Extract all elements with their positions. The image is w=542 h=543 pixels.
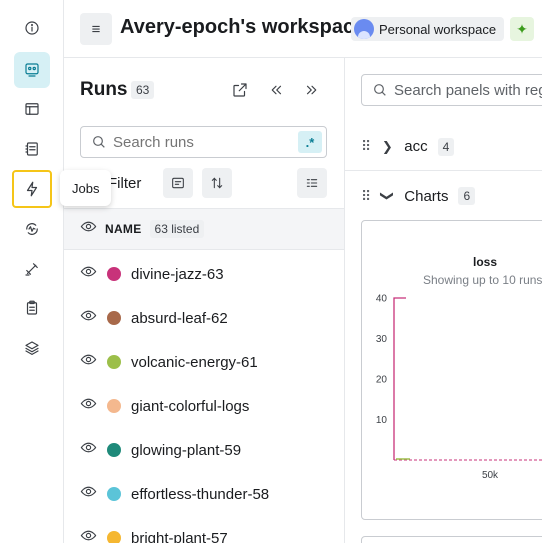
panels-search-box[interactable]: Search panels with regex bbox=[361, 74, 542, 106]
drag-handle-icon[interactable]: ⠿ bbox=[361, 188, 371, 205]
regex-toggle[interactable]: .* bbox=[298, 131, 322, 153]
runs-list: divine-jazz-63 absurd-leaf-62 volcanic-ene… bbox=[64, 252, 344, 543]
run-name[interactable]: glowing-plant-59 bbox=[131, 442, 241, 459]
runs-search-box[interactable]: .* bbox=[80, 126, 327, 158]
eye-icon[interactable] bbox=[80, 395, 97, 417]
app-root: Jobs ≡ Avery-epoch's workspace Personal … bbox=[0, 0, 542, 543]
runs-title: Runs bbox=[80, 79, 128, 100]
x-tick-label: 50k bbox=[482, 470, 499, 481]
loss-chart-panel[interactable]: loss Showing up to 10 runs 10 20 30 40 50k bbox=[361, 220, 542, 520]
expand-right-icon[interactable] bbox=[300, 78, 324, 102]
run-name[interactable]: bright-plant-57 bbox=[131, 530, 228, 543]
eye-icon[interactable] bbox=[80, 263, 97, 285]
runs-panel: Runs 63 .* Filter NAME 63 listed bbox=[64, 58, 345, 543]
eye-icon[interactable] bbox=[80, 483, 97, 505]
section-label: Charts bbox=[404, 187, 449, 205]
jobs-icon[interactable] bbox=[12, 170, 52, 208]
run-color-swatch[interactable] bbox=[107, 267, 121, 281]
name-column-header: NAME 63 listed bbox=[64, 208, 344, 250]
workspace-type-badge[interactable]: Personal workspace bbox=[351, 17, 505, 41]
sparkle-icon[interactable]: ✦ bbox=[510, 17, 534, 41]
avatar-icon bbox=[354, 19, 374, 39]
panels-search-placeholder[interactable]: Search panels with regex bbox=[394, 82, 542, 99]
layers-icon[interactable] bbox=[14, 330, 50, 366]
run-row[interactable]: absurd-leaf-62 bbox=[64, 296, 344, 340]
run-color-swatch[interactable] bbox=[107, 311, 121, 325]
next-chart-panel[interactable] bbox=[361, 536, 542, 543]
hamburger-icon: ≡ bbox=[91, 20, 101, 38]
run-color-swatch[interactable] bbox=[107, 355, 121, 369]
eye-icon[interactable] bbox=[80, 527, 97, 543]
section-count-badge: 4 bbox=[437, 137, 455, 156]
artifacts-icon[interactable] bbox=[14, 251, 50, 287]
reports-icon[interactable] bbox=[14, 131, 50, 167]
run-name[interactable]: divine-jazz-63 bbox=[131, 266, 224, 283]
run-name[interactable]: absurd-leaf-62 bbox=[131, 310, 228, 327]
workspace-title: Avery-epoch's workspace bbox=[120, 16, 366, 38]
search-icon bbox=[93, 136, 105, 148]
run-row[interactable]: bright-plant-57 bbox=[64, 516, 344, 543]
loss-chart: 10 20 30 40 50k bbox=[376, 294, 542, 481]
eye-icon[interactable] bbox=[80, 351, 97, 373]
listed-count-badge: 63 listed bbox=[149, 220, 205, 238]
run-row[interactable]: giant-colorful-logs bbox=[64, 384, 344, 428]
icon-rail bbox=[0, 0, 64, 543]
y-tick-label: 10 bbox=[376, 415, 388, 426]
workspace-type-label: Personal workspace bbox=[379, 21, 497, 37]
sort-button[interactable] bbox=[202, 168, 232, 198]
section-acc[interactable]: ⠿ ❯ acc 4 bbox=[345, 123, 542, 171]
run-name[interactable]: effortless-thunder-58 bbox=[131, 486, 269, 503]
sort-icon bbox=[211, 177, 223, 189]
chevron-right-icon[interactable]: ❯ bbox=[380, 139, 394, 155]
workspace-header: ≡ Avery-epoch's workspace Personal works… bbox=[64, 0, 542, 58]
eye-icon[interactable] bbox=[80, 218, 97, 240]
run-color-swatch[interactable] bbox=[107, 399, 121, 413]
y-tick-label: 40 bbox=[376, 294, 388, 305]
runs-search-input[interactable] bbox=[113, 133, 283, 151]
menu-button[interactable]: ≡ bbox=[80, 13, 112, 45]
run-color-swatch[interactable] bbox=[107, 531, 121, 543]
run-row[interactable]: volcanic-energy-61 bbox=[64, 340, 344, 384]
export-icon[interactable] bbox=[228, 78, 252, 102]
run-name[interactable]: giant-colorful-logs bbox=[131, 398, 249, 415]
columns-icon bbox=[306, 179, 318, 187]
name-column-label[interactable]: NAME bbox=[105, 222, 142, 236]
run-color-swatch[interactable] bbox=[107, 487, 121, 501]
clipboard-icon[interactable] bbox=[14, 290, 50, 326]
y-tick-label: 30 bbox=[376, 334, 388, 345]
chevron-down-icon[interactable]: ❯ bbox=[379, 189, 395, 203]
workspace-icon[interactable] bbox=[14, 52, 50, 88]
y-tick-label: 20 bbox=[376, 375, 388, 386]
run-name[interactable]: volcanic-energy-61 bbox=[131, 354, 258, 371]
table-icon[interactable] bbox=[14, 91, 50, 127]
panels-area: Search panels with regex ⠿ ❯ acc 4 ⠿ ❯ C… bbox=[345, 58, 542, 543]
run-row[interactable]: glowing-plant-59 bbox=[64, 428, 344, 472]
run-row[interactable]: divine-jazz-63 bbox=[64, 252, 344, 296]
group-icon bbox=[172, 177, 184, 189]
jobs-tooltip: Jobs bbox=[60, 170, 112, 206]
runs-count-badge: 63 bbox=[131, 81, 155, 99]
columns-button[interactable] bbox=[297, 168, 327, 198]
section-charts[interactable]: ⠿ ❯ Charts 6 bbox=[345, 172, 542, 220]
group-button[interactable] bbox=[163, 168, 193, 198]
section-label: acc bbox=[404, 138, 428, 155]
drag-handle-icon[interactable]: ⠿ bbox=[361, 138, 371, 155]
run-color-swatch[interactable] bbox=[107, 443, 121, 457]
sweeps-icon[interactable] bbox=[14, 211, 50, 247]
section-count-badge: 6 bbox=[458, 187, 476, 205]
run-row[interactable]: effortless-thunder-58 bbox=[64, 472, 344, 516]
filter-button[interactable]: Filter bbox=[108, 168, 141, 198]
search-icon bbox=[374, 84, 386, 96]
eye-icon[interactable] bbox=[80, 307, 97, 329]
eye-icon[interactable] bbox=[80, 439, 97, 461]
collapse-left-icon[interactable] bbox=[264, 78, 288, 102]
loss-series-line bbox=[393, 297, 406, 460]
info-icon[interactable] bbox=[14, 10, 50, 46]
